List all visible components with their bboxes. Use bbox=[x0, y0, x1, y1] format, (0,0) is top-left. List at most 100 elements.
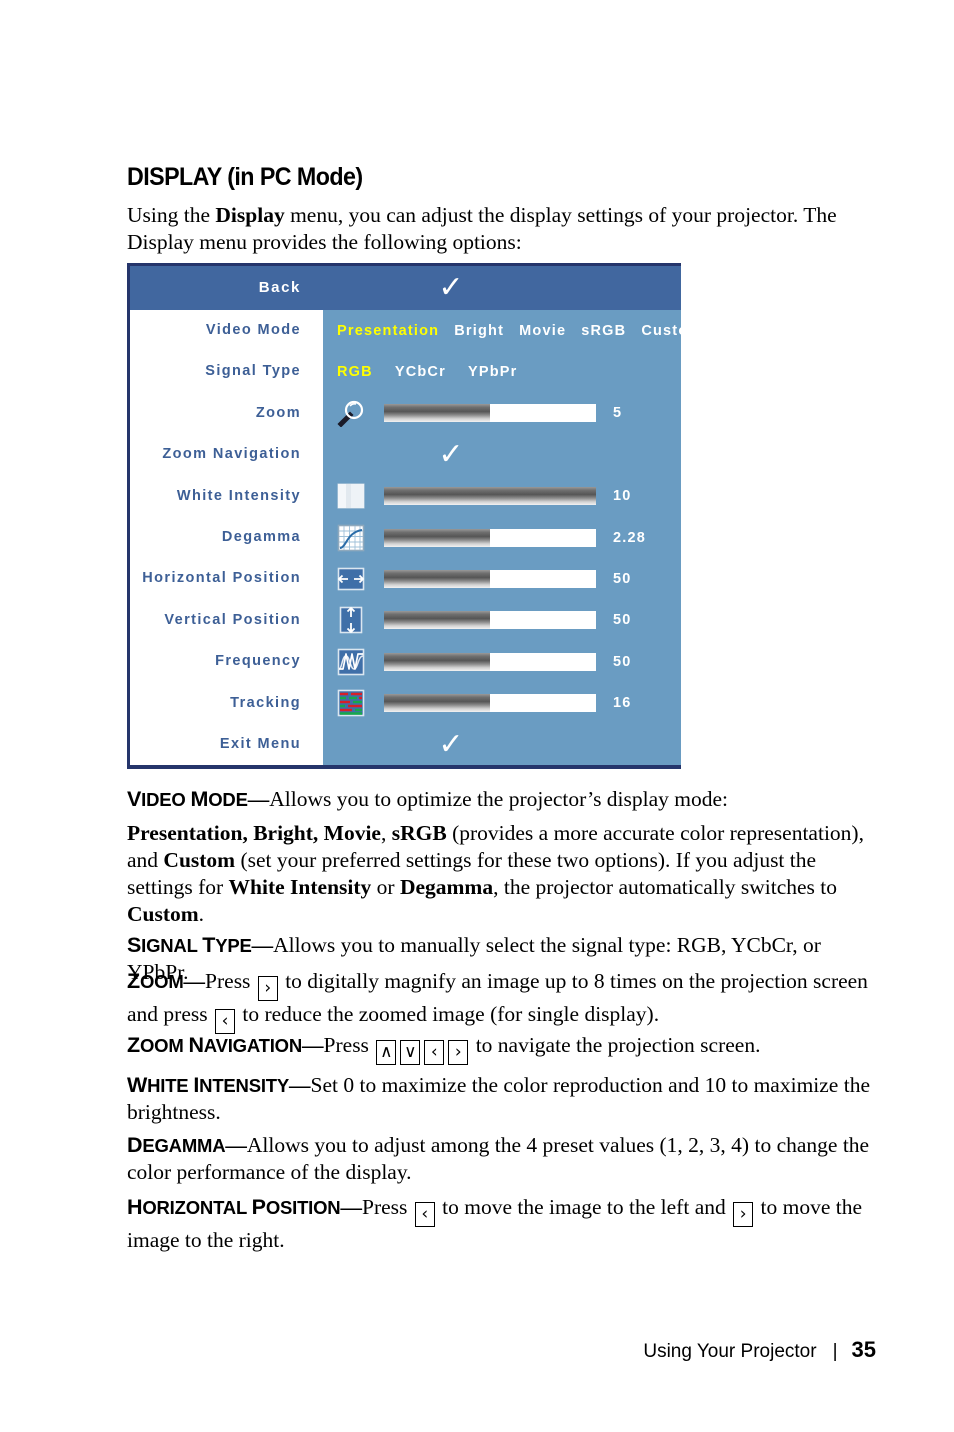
term-degamma: DEGAMMA bbox=[127, 1133, 226, 1157]
osd-control-zoom: 5 bbox=[323, 393, 681, 434]
osd-control-video-mode: Presentation Bright Movie sRGB Custom bbox=[323, 310, 701, 351]
osd-row-horizontal-position[interactable]: Horizontal Position 50 bbox=[127, 558, 681, 599]
white-intensity-value: 10 bbox=[613, 488, 632, 505]
osd-row-signal-type[interactable]: Signal Type RGB YCbCr YPbPr bbox=[127, 351, 681, 392]
option-bright[interactable]: Bright bbox=[454, 323, 504, 339]
term-video-mode: VIDEO MODE bbox=[127, 787, 248, 811]
manual-page: DISPLAY (in PC Mode) Using the Display m… bbox=[0, 0, 954, 1432]
horizontal-position-slider[interactable] bbox=[384, 570, 596, 589]
option-presentation[interactable]: Presentation bbox=[337, 323, 439, 339]
osd-row-video-mode[interactable]: Video Mode Presentation Bright Movie sRG… bbox=[127, 310, 701, 351]
magnifier-icon bbox=[337, 399, 365, 428]
osd-control-degamma: 2.28 bbox=[323, 517, 681, 558]
degamma-value: 2.28 bbox=[613, 529, 647, 546]
osd-label-horizontal-position: Horizontal Position bbox=[142, 570, 301, 587]
osd-row-exit-menu[interactable]: Exit Menu ✓ bbox=[127, 724, 681, 765]
osd-back-label: Back bbox=[258, 279, 301, 296]
osd-control-zoom-navigation: ✓ bbox=[323, 434, 681, 475]
white-intensity-slider-fill bbox=[384, 487, 596, 506]
osd-body: Video Mode Presentation Bright Movie sRG… bbox=[127, 310, 701, 766]
option-custom[interactable]: Custom bbox=[641, 323, 702, 339]
option-ycbcr[interactable]: YCbCr bbox=[395, 364, 446, 380]
zoom-value: 5 bbox=[613, 405, 623, 422]
signal-type-options: RGB YCbCr YPbPr bbox=[337, 351, 517, 392]
em-dash: — bbox=[302, 1033, 324, 1057]
osd-label-tracking: Tracking bbox=[230, 694, 301, 711]
right-arrow-key-icon: › bbox=[733, 1202, 754, 1227]
intro-bold-display: Display bbox=[215, 203, 285, 227]
osd-row-white-intensity[interactable]: White Intensity 10 bbox=[127, 476, 681, 517]
osd-figure: Back ✓ Video Mode Presentation Bright Mo… bbox=[127, 263, 701, 770]
paragraph-degamma: DEGAMMA—Allows you to adjust among the 4… bbox=[127, 1132, 875, 1186]
vertical-position-value: 50 bbox=[613, 612, 632, 629]
osd-label-frequency: Frequency bbox=[215, 653, 301, 670]
white-intensity-icon bbox=[337, 482, 365, 510]
page-title: DISPLAY (in PC Mode) bbox=[127, 163, 363, 191]
term-signal-type: SIGNAL TYPE bbox=[127, 933, 252, 957]
vertical-position-slider[interactable] bbox=[384, 611, 596, 630]
paragraph-horizontal-position: HORIZONTAL POSITION—Press ‹ to move the … bbox=[127, 1195, 863, 1252]
option-movie[interactable]: Movie bbox=[519, 323, 566, 339]
osd-header-back-row[interactable]: Back ✓ bbox=[127, 266, 681, 310]
em-dash: — bbox=[247, 787, 270, 811]
frequency-slider-fill bbox=[384, 652, 490, 671]
vertical-position-slider-fill bbox=[384, 611, 490, 630]
osd-control-frequency: 50 bbox=[323, 641, 681, 682]
paragraph-zoom: ZOOM—Press › to digitally magnify an ima… bbox=[127, 968, 875, 1034]
intro-paragraph: Using the Display menu, you can adjust t… bbox=[127, 202, 867, 256]
white-intensity-bold: White Intensity bbox=[228, 875, 372, 899]
option-rgb[interactable]: RGB bbox=[337, 364, 373, 380]
intro-text-part1: Using the bbox=[127, 203, 216, 227]
osd-label-video-mode: Video Mode bbox=[205, 322, 301, 338]
osd-label-white-intensity: White Intensity bbox=[176, 487, 301, 504]
osd-label-zoom-navigation: Zoom Navigation bbox=[162, 446, 301, 463]
zoom-slider-fill bbox=[384, 404, 490, 423]
mode-custom-bold: Custom bbox=[163, 848, 236, 872]
right-arrow-key-icon: › bbox=[257, 976, 278, 1001]
tracking-slider[interactable] bbox=[384, 694, 596, 713]
osd-control-exit-menu: ✓ bbox=[323, 724, 681, 765]
osd-row-zoom[interactable]: Zoom 5 bbox=[127, 393, 681, 434]
frequency-value: 50 bbox=[613, 653, 632, 670]
paragraph-video-mode-body: Presentation, Bright, Movie, sRGB (provi… bbox=[127, 821, 864, 926]
osd-label-degamma: Degamma bbox=[221, 528, 301, 545]
frequency-slider[interactable] bbox=[384, 652, 596, 671]
video-mode-options: Presentation Bright Movie sRGB Custom bbox=[337, 310, 702, 351]
osd-row-degamma[interactable]: Degamma 2.28 bbox=[127, 517, 681, 558]
figure-bottom-rule bbox=[127, 765, 681, 770]
term-horizontal-position: HORIZONTAL POSITION bbox=[127, 1195, 341, 1219]
paragraph-zoom-navigation: ZOOM NAVIGATION—Press ∧ ∨ ‹ › to navigate t… bbox=[127, 1032, 875, 1065]
osd-row-zoom-navigation[interactable]: Zoom Navigation ✓ bbox=[127, 434, 681, 475]
tracking-slider-fill bbox=[384, 694, 490, 713]
term-zoom: ZOOM bbox=[127, 969, 184, 993]
figure-left-rule bbox=[127, 266, 130, 766]
osd-row-tracking[interactable]: Tracking 16 bbox=[127, 683, 681, 724]
option-ypbpr[interactable]: YPbPr bbox=[468, 364, 518, 380]
osd-label-vertical-position: Vertical Position bbox=[164, 611, 301, 628]
footer-section-title: Using Your Projector bbox=[643, 1341, 817, 1362]
checkmark-icon: ✓ bbox=[438, 270, 464, 305]
osd-row-frequency[interactable]: Frequency 50 bbox=[127, 641, 681, 682]
option-srgb[interactable]: sRGB bbox=[581, 323, 626, 339]
right-arrow-key-icon: › bbox=[448, 1040, 469, 1065]
osd-control-horizontal-position: 50 bbox=[323, 558, 681, 599]
degamma-slider-fill bbox=[384, 528, 490, 547]
page-footer: Using Your Projector | 35 bbox=[0, 1337, 954, 1363]
page-number: 35 bbox=[851, 1337, 876, 1362]
checkmark-icon[interactable]: ✓ bbox=[434, 438, 468, 471]
footer-separator: | bbox=[832, 1341, 838, 1362]
mode-srgb-bold: sRGB bbox=[391, 821, 447, 845]
osd-row-vertical-position[interactable]: Vertical Position 50 bbox=[127, 600, 681, 641]
tracking-value: 16 bbox=[613, 695, 632, 712]
up-arrow-key-icon: ∧ bbox=[376, 1040, 397, 1065]
osd-label-zoom: Zoom bbox=[255, 404, 301, 421]
degamma-slider[interactable] bbox=[384, 528, 596, 547]
vertical-arrows-icon bbox=[337, 606, 365, 634]
checkmark-icon[interactable]: ✓ bbox=[434, 728, 468, 761]
horizontal-position-value: 50 bbox=[613, 571, 632, 588]
white-intensity-slider[interactable] bbox=[384, 487, 596, 506]
em-dash: — bbox=[225, 1133, 247, 1157]
zoom-slider[interactable] bbox=[384, 404, 596, 423]
left-arrow-key-icon: ‹ bbox=[214, 1009, 235, 1034]
left-arrow-key-icon: ‹ bbox=[424, 1040, 445, 1065]
